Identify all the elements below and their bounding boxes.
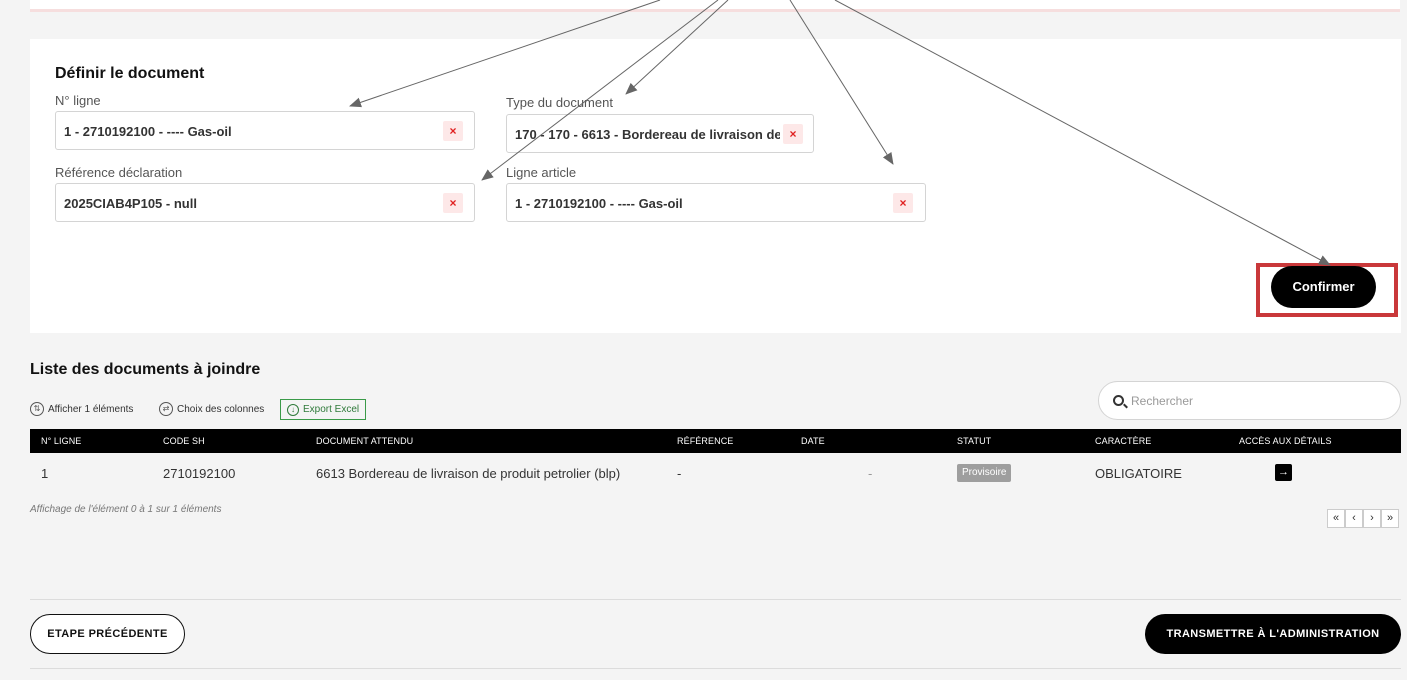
pagination: « ‹ › » xyxy=(1327,509,1399,528)
clear-doctype-icon[interactable]: × xyxy=(783,124,803,144)
header-details: ACCÈS AUX DÉTAILS xyxy=(1239,436,1332,446)
page: Définir le document N° ligne 1 - 2710192… xyxy=(0,0,1407,680)
search-input[interactable] xyxy=(1131,392,1381,410)
ref-label: Référence déclaration xyxy=(55,165,183,180)
cell-reference: - xyxy=(677,466,682,481)
last-page-button[interactable]: » xyxy=(1381,509,1399,528)
article-field[interactable]: 1 - 2710192100 - ---- Gas-oil × xyxy=(506,183,926,222)
ref-value: 2025CIAB4P105 - null xyxy=(64,196,197,211)
first-page-button[interactable]: « xyxy=(1327,509,1345,528)
download-icon: ↓ xyxy=(287,403,299,416)
show-count-label: Afficher 1 éléments xyxy=(48,403,134,415)
columns-icon: ⇄ xyxy=(159,402,173,416)
top-panel-edge xyxy=(30,0,1400,12)
card-title: Définir le document xyxy=(55,65,205,82)
confirm-button[interactable]: Confirmer xyxy=(1271,266,1376,308)
details-arrow-icon[interactable]: → xyxy=(1275,464,1292,481)
pagination-info: Affichage de l'élément 0 à 1 sur 1 éléme… xyxy=(30,504,222,515)
define-document-card: Définir le document N° ligne 1 - 2710192… xyxy=(30,39,1401,333)
previous-step-button[interactable]: ETAPE PRÉCÉDENTE xyxy=(30,614,185,654)
table-header: N° LIGNE CODE SH DOCUMENT ATTENDU RÉFÉRE… xyxy=(30,429,1401,453)
article-value: 1 - 2710192100 - ---- Gas-oil xyxy=(515,196,683,211)
doctype-value: 170 - 170 - 6613 - Bordereau de livraiso… xyxy=(515,127,780,142)
clear-line-icon[interactable]: × xyxy=(443,121,463,141)
header-line: N° LIGNE xyxy=(41,436,82,446)
sort-icon: ⇅ xyxy=(30,402,44,416)
footer-divider-bottom xyxy=(30,668,1401,669)
cell-nature: OBLIGATOIRE xyxy=(1095,466,1182,481)
cell-document: 6613 Bordereau de livraison de produit p… xyxy=(316,466,621,481)
line-label: N° ligne xyxy=(55,93,101,108)
line-value: 1 - 2710192100 - ---- Gas-oil xyxy=(64,124,232,139)
next-page-button[interactable]: › xyxy=(1363,509,1381,528)
header-document: DOCUMENT ATTENDU xyxy=(316,436,414,446)
columns-control[interactable]: ⇄ Choix des colonnes xyxy=(159,402,264,416)
columns-label: Choix des colonnes xyxy=(177,403,265,415)
article-label: Ligne article xyxy=(506,165,577,180)
header-nature: CARACTÈRE xyxy=(1095,436,1152,446)
clear-ref-icon[interactable]: × xyxy=(443,193,463,213)
cell-code-sh: 2710192100 xyxy=(163,466,236,481)
clear-article-icon[interactable]: × xyxy=(893,193,913,213)
export-excel-button[interactable]: ↓ Export Excel xyxy=(280,399,367,420)
ref-field[interactable]: 2025CIAB4P105 - null × xyxy=(55,183,475,222)
doctype-field[interactable]: 170 - 170 - 6613 - Bordereau de livraiso… xyxy=(506,114,814,153)
header-status: STATUT xyxy=(957,436,992,446)
doctype-label: Type du document xyxy=(506,95,613,110)
line-field[interactable]: 1 - 2710192100 - ---- Gas-oil × xyxy=(55,111,475,150)
header-date: DATE xyxy=(801,436,825,446)
prev-page-button[interactable]: ‹ xyxy=(1345,509,1363,528)
search-icon xyxy=(1113,395,1124,406)
header-reference: RÉFÉRENCE xyxy=(677,436,734,446)
header-code-sh: CODE SH xyxy=(163,436,205,446)
transmit-button[interactable]: TRANSMETTRE À L'ADMINISTRATION xyxy=(1145,614,1401,654)
footer-divider-top xyxy=(30,599,1401,600)
list-title: Liste des documents à joindre xyxy=(30,361,261,378)
show-count-control[interactable]: ⇅ Afficher 1 éléments xyxy=(30,402,133,416)
status-badge: Provisoire xyxy=(957,464,1012,482)
search-box[interactable] xyxy=(1098,381,1401,420)
cell-line: 1 xyxy=(41,466,49,481)
table-row: 1 2710192100 6613 Bordereau de livraison… xyxy=(30,460,1401,488)
cell-date: - xyxy=(868,466,873,481)
export-label: Export Excel xyxy=(303,404,360,415)
